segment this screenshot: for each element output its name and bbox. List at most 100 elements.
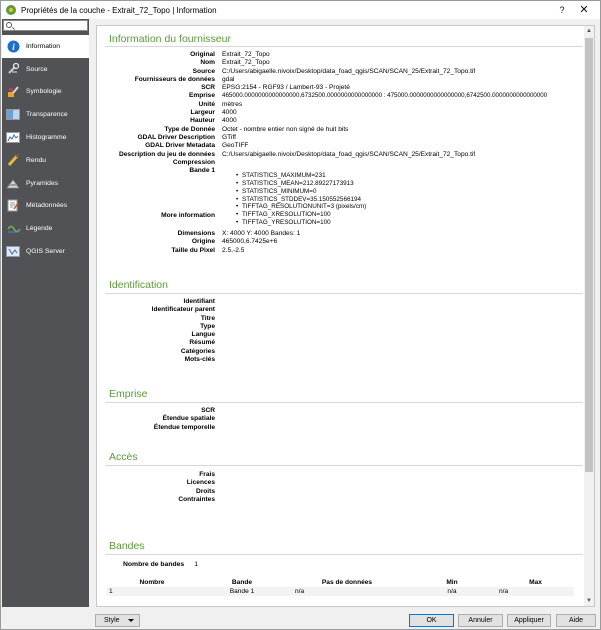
identification-info: Identifiant Identificateur parent Titre … [97,298,584,364]
search-input[interactable] [15,21,87,30]
band-count-value: 1 [194,561,198,568]
info-key: Identifiant [183,298,215,305]
info-row: Identifiant [97,298,584,306]
sidebar-item-rendu[interactable]: Rendu [2,149,89,172]
info-row: Largeur 4000 [97,109,584,117]
info-row: Type de Donnée Octet - nombre entier non … [97,126,584,134]
sidebar-item-metadonnees[interactable]: Métadonnées [2,195,89,218]
sidebar-item-pyramides[interactable]: Pyramides [2,172,89,195]
cancel-button[interactable]: Annuler [458,614,503,627]
sidebar-item-source[interactable]: Source [2,58,89,81]
sidebar-item-transparence[interactable]: Transparence [2,103,89,126]
info-value: 2.5,-2.5 [222,246,245,254]
information-content: Information du fournisseur Original Extra… [97,26,584,606]
server-icon [6,246,20,258]
more-information-row: More information TIFFTAG_RESOLUTIONUNIT=… [97,203,584,228]
info-key: Titre [200,314,215,322]
sidebar-item-symbologie[interactable]: Symbologie [2,81,89,104]
scroll-up-icon[interactable]: ▲ [584,26,594,36]
info-row: Hauteur 4000 [97,117,584,125]
info-key: Type de Donnée [164,125,215,133]
info-value: GTiff [222,133,236,141]
title-bar: Propriétés de la couche - Extrait_72_Top… [1,1,600,19]
info-value: gdal [222,75,235,83]
sidebar-item-label: QGIS Server [26,248,65,256]
paintbrush-icon [6,86,20,98]
info-value: Extrait_72_Topo [222,59,270,67]
sidebar-item-label: Rendu [26,156,47,164]
info-key: Hauteur [190,117,215,125]
ok-button[interactable]: OK [409,614,454,627]
band-count-label: Nombre de bandes [123,561,185,568]
info-value: 465000,6.7425e+6 [222,238,278,246]
band-1-statistics: STATISTICS_MAXIMUM=231 STATISTICS_MEAN=2… [222,172,361,203]
info-row: Étendue temporelle [97,424,584,432]
help-footer-button[interactable]: Aide [556,614,596,627]
search-box[interactable] [3,20,88,31]
column-header: Nombre [139,579,165,586]
info-row: Fournisseurs de données gdal [97,76,584,84]
info-row: Origine 465000,6.7425e+6 [97,238,584,246]
vertical-scrollbar[interactable]: ▲ ▼ [584,26,594,606]
sidebar-item-qgis-server[interactable]: QGIS Server [2,240,89,263]
emprise-section-title: Emprise [109,388,148,400]
search-icon [6,22,12,28]
scroll-down-icon[interactable]: ▼ [584,596,594,606]
info-key: More information [161,212,215,220]
table-row: 1 Bande 1 n/a n/a n/a [107,587,574,596]
info-key: GDAL Driver Metadata [145,142,215,150]
info-value: mètres [222,100,243,108]
window-title: Propriétés de la couche - Extrait_72_Top… [21,5,217,15]
info-row: Source C:/Users/abigaelle.nivoix/Desktop/… [97,68,584,76]
info-key: Identificateur parent [151,306,215,314]
info-key: Frais [199,471,215,478]
close-button[interactable]: ✕ [576,3,592,17]
info-row: Identificateur parent [97,306,584,314]
info-row: Droits [97,488,584,496]
sidebar-item-label: Histogramme [26,134,67,142]
info-value: EPSG:2154 - RGF93 / Lambert-93 - Projeté [222,84,350,92]
sidebar-item-legende[interactable]: Légende [2,217,89,240]
info-row: Type [97,323,584,331]
bands-table: Nombre Bande Pas de données Min Max 1 Ba… [107,578,574,596]
sidebar-item-label: Symbologie [26,88,62,96]
more-info-item: TIFFTAG_YRESOLUTION=100 [222,219,366,227]
info-row: Contraintes [97,496,584,504]
info-key: Type [200,322,215,330]
table-cell: 1 [107,587,197,596]
sidebar-nav: i Information Source Symbologie Transpar… [2,35,89,263]
scrollbar-thumb[interactable] [585,38,593,472]
statistic-item: STATISTICS_MINIMUM=0 [222,188,361,196]
help-button[interactable]: ? [554,3,570,17]
column-header: Min [446,579,458,586]
info-row: Nom Extrait_72_Topo [97,59,584,67]
info-key: Original [190,51,215,58]
info-row: Compression [97,159,584,167]
info-row: Langue [97,331,584,339]
histogram-icon [6,132,20,144]
section-divider [105,465,583,466]
sidebar-item-information[interactable]: i Information [2,35,89,58]
sidebar-item-histogramme[interactable]: Histogramme [2,126,89,149]
info-row: Mots-clés [97,356,584,364]
info-row: Unité mètres [97,101,584,109]
info-row: Description du jeu de données C:/Users/ab… [97,151,584,159]
info-key: SCR [201,84,215,92]
more-information-list: TIFFTAG_RESOLUTIONUNIT=3 (pixels/cm) TIF… [222,203,366,228]
info-key: Nom [200,59,215,67]
sidebar-item-label: Transparence [26,111,68,119]
info-key: Compression [172,158,215,166]
info-row: Licences [97,479,584,487]
apply-button[interactable]: Appliquer [507,614,551,627]
info-value: GeoTIFF [222,142,249,150]
section-divider [105,554,583,555]
statistic-item: STATISTICS_MAXIMUM=231 [222,172,361,180]
info-key: Droits [195,487,215,495]
info-value: C:/Users/abigaelle.nivoix/Desktop/data_f… [222,150,476,158]
sidebar-item-label: Pyramides [26,179,59,187]
style-dropdown-button[interactable]: Style [95,614,140,627]
table-header-row: Nombre Bande Pas de données Min Max [107,578,574,587]
info-row: GDAL Driver Description GTiff [97,134,584,142]
brush-icon [6,154,20,167]
qgis-logo-icon [6,5,16,15]
